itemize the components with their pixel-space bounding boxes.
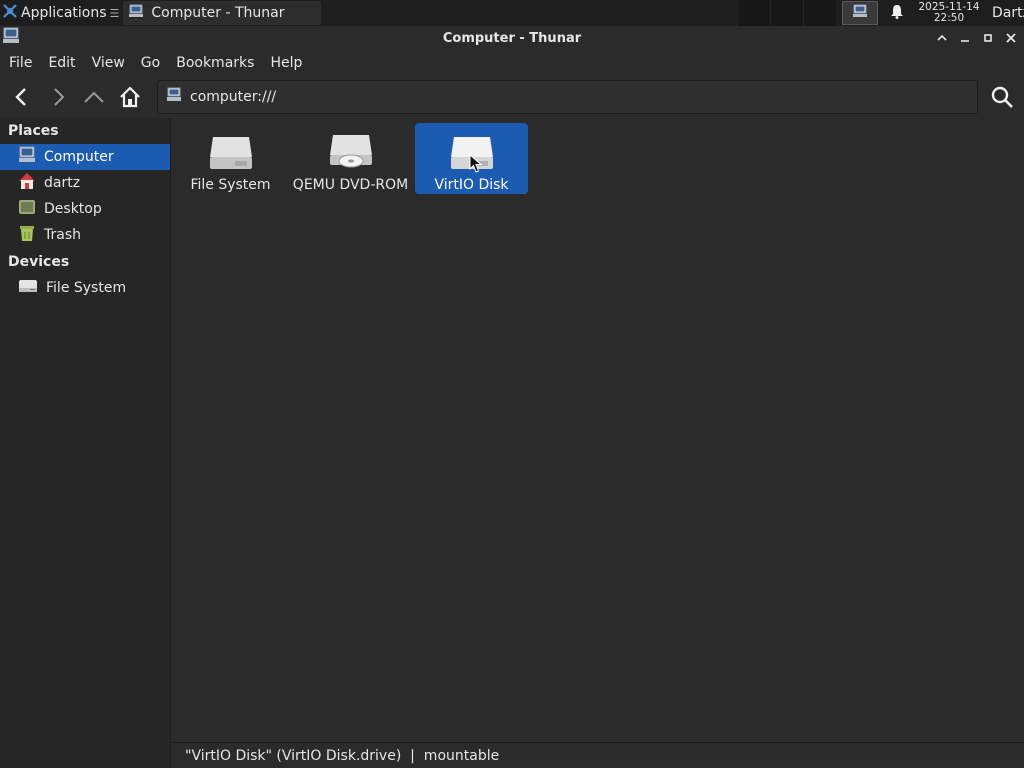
sidebar-item-computer[interactable]: Computer xyxy=(0,144,170,170)
item-label: VirtIO Disk xyxy=(434,177,509,193)
status-bar: "VirtIO Disk" (VirtIO Disk.drive) | moun… xyxy=(172,742,1024,768)
desktop-icon xyxy=(18,198,36,220)
item-label: QEMU DVD-ROM xyxy=(292,177,409,193)
taskbar-button-thunar[interactable]: Computer - Thunar xyxy=(123,1,322,25)
sidebar-item-file-system[interactable]: File System xyxy=(0,275,170,301)
sidebar: Places Computer dartz Desktop Trash Devi… xyxy=(0,118,171,768)
sidebar-item-dartz[interactable]: dartz xyxy=(0,170,170,196)
menu-go[interactable]: Go xyxy=(133,55,168,71)
close-button[interactable] xyxy=(999,26,1022,50)
xfce-logo-icon xyxy=(2,3,18,23)
window-titlebar[interactable]: Computer - Thunar xyxy=(0,26,1024,50)
menu-view[interactable]: View xyxy=(84,55,133,71)
menu-help[interactable]: Help xyxy=(262,55,310,71)
harddisk-icon xyxy=(208,123,254,171)
minimize-icon xyxy=(960,40,969,42)
applications-separator: ☰ xyxy=(109,6,120,20)
notifications-button[interactable] xyxy=(882,4,912,23)
minimize-button[interactable] xyxy=(953,26,976,50)
back-button[interactable] xyxy=(4,79,40,115)
close-icon xyxy=(1005,33,1016,43)
menu-file[interactable]: File xyxy=(1,55,40,71)
applications-menu-button[interactable]: Applications ☰ xyxy=(0,0,119,26)
sidebar-item-label: Trash xyxy=(44,227,81,243)
network-tray-button[interactable] xyxy=(842,1,878,25)
shade-button[interactable] xyxy=(930,26,953,50)
chevron-up-icon xyxy=(936,34,947,41)
sidebar-item-trash[interactable]: Trash xyxy=(0,222,170,248)
sidebar-item-label: File System xyxy=(46,280,127,296)
sidebar-item-label: dartz xyxy=(44,175,81,191)
location-path: computer:/// xyxy=(190,89,277,105)
chevron-left-icon xyxy=(15,88,26,106)
toolbar: computer:/// xyxy=(0,78,1024,116)
computer-icon xyxy=(129,4,144,22)
computer-network-icon xyxy=(852,4,868,22)
workspace-3[interactable] xyxy=(803,0,836,26)
sidebar-heading-devices: Devices xyxy=(8,254,70,270)
window-title: Computer - Thunar xyxy=(442,30,582,46)
item-file-system[interactable]: File System xyxy=(174,123,287,194)
maximize-icon xyxy=(983,34,992,42)
mouse-pointer-icon xyxy=(469,154,483,173)
search-icon xyxy=(991,86,1013,108)
optical-drive-icon xyxy=(328,123,374,171)
top-panel: Applications ☰ Computer - Thunar 2025-11… xyxy=(0,0,1024,26)
computer-icon xyxy=(166,87,182,107)
sidebar-heading-places: Places xyxy=(8,123,59,139)
menu-edit[interactable]: Edit xyxy=(40,55,83,71)
bell-icon xyxy=(890,4,904,23)
item-label: File System xyxy=(190,177,271,193)
status-text: "VirtIO Disk" (VirtIO Disk.drive) | moun… xyxy=(185,747,500,764)
icon-view[interactable]: File System QEMU DVD-ROM VirtIO Disk xyxy=(172,118,1024,742)
up-button[interactable] xyxy=(76,79,112,115)
workspace-1[interactable] xyxy=(737,0,770,26)
drive-icon xyxy=(18,278,38,298)
chevron-right-icon xyxy=(54,88,65,106)
forward-button[interactable] xyxy=(40,79,76,115)
trash-icon xyxy=(18,224,36,246)
computer-icon xyxy=(2,27,20,49)
taskbar-title: Computer - Thunar xyxy=(151,5,285,21)
sidebar-item-desktop[interactable]: Desktop xyxy=(0,196,170,222)
window-menu-button[interactable] xyxy=(0,27,22,49)
user-menu[interactable]: Dartz xyxy=(984,5,1024,21)
home-folder-icon xyxy=(18,172,36,194)
sidebar-item-label: Computer xyxy=(44,149,114,165)
clock-time: 22:50 xyxy=(933,12,965,24)
clock[interactable]: 2025-11-14 22:50 xyxy=(914,2,984,24)
sidebar-item-label: Desktop xyxy=(44,201,102,217)
home-icon xyxy=(120,86,140,108)
menu-bar: File Edit View Go Bookmarks Help xyxy=(0,50,1024,76)
applications-label: Applications xyxy=(21,5,107,21)
location-bar[interactable]: computer:/// xyxy=(157,80,978,114)
menu-bookmarks[interactable]: Bookmarks xyxy=(168,55,262,71)
item-qemu-dvd-rom[interactable]: QEMU DVD-ROM xyxy=(292,123,409,194)
maximize-button[interactable] xyxy=(976,26,999,50)
search-button[interactable] xyxy=(984,79,1020,115)
chevron-up-icon xyxy=(84,91,104,103)
workspace-2[interactable] xyxy=(770,0,803,26)
home-button[interactable] xyxy=(112,79,148,115)
computer-icon xyxy=(18,146,36,168)
